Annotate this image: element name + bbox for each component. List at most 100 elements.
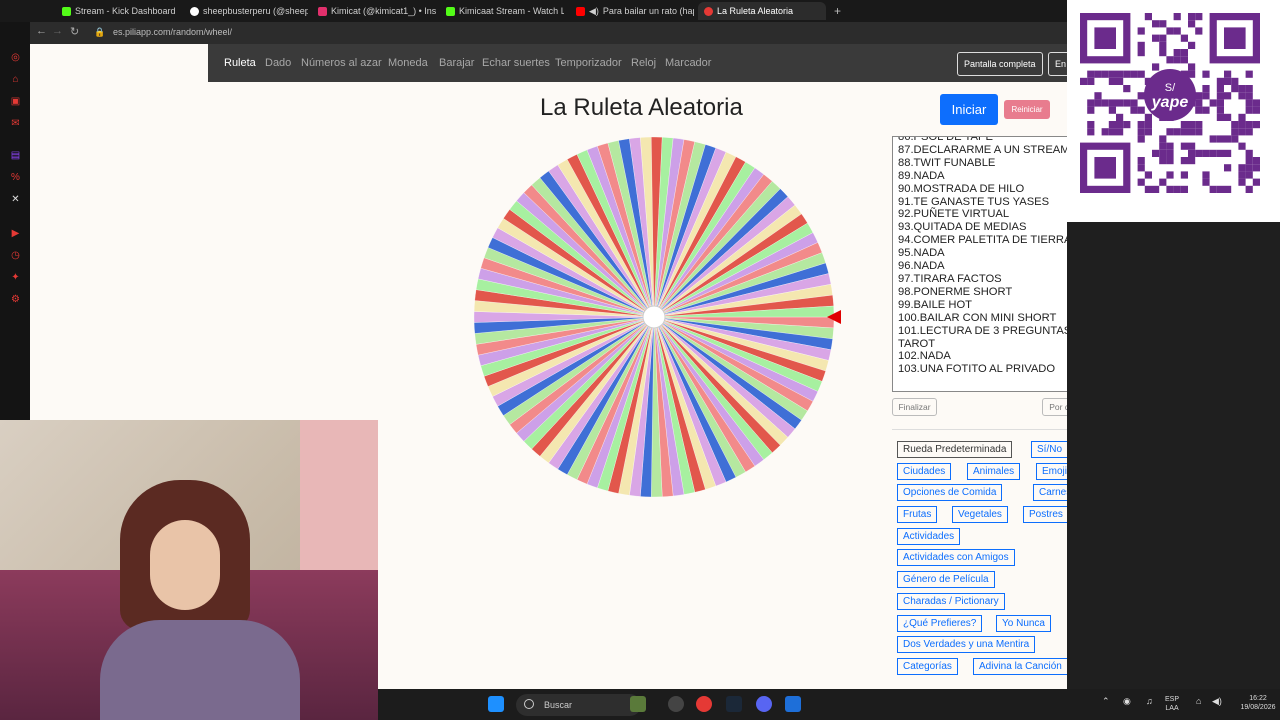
tab-tiktok[interactable]: sheepbusterperu (@sheep — [184, 2, 308, 20]
tab-ruleta[interactable]: La Ruleta Aleatoria — [698, 2, 826, 20]
back-icon[interactable]: ← — [36, 25, 47, 37]
preset-button[interactable]: Adivina la Canción — [973, 658, 1067, 675]
option-line: 100.BAILAR CON MINI SHORT — [898, 311, 1057, 324]
preset-button[interactable]: Frutas — [897, 506, 938, 523]
new-tab-button[interactable]: + — [828, 2, 846, 20]
qr-module — [1195, 99, 1203, 107]
finish-button[interactable]: Finalizar — [892, 398, 937, 416]
option-line: 91.TE GANASTE TUS YASES — [898, 195, 1050, 208]
app-icon[interactable] — [785, 696, 801, 712]
qr-module — [1166, 171, 1174, 179]
default-button[interactable]: Por defecto — [1042, 398, 1067, 416]
qr-module — [1144, 171, 1152, 179]
person-shirt — [100, 620, 300, 720]
nav-barajar[interactable]: Barajar — [439, 57, 474, 69]
sidebar-messenger-icon[interactable]: ▣ — [10, 96, 21, 107]
steam-icon[interactable] — [726, 696, 742, 712]
mic-icon[interactable]: ♫ — [1146, 697, 1153, 706]
preset-button[interactable]: ¿Qué Prefieres? — [897, 615, 983, 632]
option-line: 93.QUITADA DE MEDIAS — [898, 221, 1027, 234]
qr-module — [1224, 164, 1232, 172]
clock[interactable]: 16:22 19/08/2026 — [1240, 694, 1276, 712]
network-icon[interactable]: ◉ — [1123, 697, 1131, 706]
tray-chevron-icon[interactable]: ⌃ — [1102, 697, 1110, 706]
sidebar-settings-icon[interactable]: ⚙ — [10, 294, 21, 305]
url-field[interactable]: es.piliapp.com/random/wheel/ — [113, 27, 232, 37]
qr-module — [1173, 49, 1181, 57]
language-indicator[interactable]: ESP LAA — [1165, 695, 1179, 713]
nav-echar-suertes[interactable]: Echar suertes — [482, 57, 550, 69]
qr-module — [1188, 142, 1196, 150]
qr-module — [1202, 92, 1210, 100]
reset-button[interactable]: Reiniciar — [1004, 100, 1050, 119]
preset-button[interactable]: Animales — [967, 463, 1021, 480]
tab-youtube[interactable]: ◀) Para bailar un rato (hap — [570, 2, 694, 20]
qr-module — [1238, 113, 1246, 121]
wifi-icon[interactable]: ⌂ — [1196, 697, 1201, 706]
reload-icon[interactable]: ↻ — [70, 25, 79, 38]
sidebar-x-icon[interactable]: ✕ — [10, 194, 21, 205]
preset-button[interactable]: Yo Nunca — [996, 615, 1051, 632]
discord-icon[interactable] — [756, 696, 772, 712]
qr-module — [1252, 99, 1260, 107]
nav-numeros[interactable]: Números al azar — [301, 57, 382, 69]
sidebar-mail-icon[interactable]: ✉ — [10, 118, 21, 129]
preset-button[interactable]: Actividades con Amigos — [897, 549, 1015, 566]
obs-icon[interactable] — [668, 696, 684, 712]
qr-module — [1152, 34, 1160, 42]
sidebar-player-icon[interactable]: ▶ — [10, 228, 21, 239]
options-list: 86.PSOL DE TAPE 87.DECLARARME A UN STREAM… — [898, 137, 1067, 376]
nav-temporizador[interactable]: Temporizador — [555, 57, 622, 69]
sidebar-aria-icon[interactable]: ◎ — [10, 52, 21, 63]
piliapp-icon — [704, 6, 713, 16]
tab-kick-stream[interactable]: Kimicaat Stream - Watch L — [440, 2, 564, 20]
language-button[interactable]: En — [1048, 52, 1067, 76]
options-textarea[interactable]: 86.PSOL DE TAPE 87.DECLARARME A UN STREAM… — [892, 136, 1067, 392]
qr-module — [1202, 106, 1210, 114]
qr-module — [1238, 171, 1246, 179]
preset-button[interactable]: Actividades — [897, 528, 961, 545]
qr-module — [1166, 157, 1174, 165]
tab-instagram[interactable]: Kimicat (@kimicat1_) • Inst — [312, 2, 436, 20]
preset-button[interactable]: Opciones de Comida — [897, 484, 1003, 501]
sidebar-twitch-icon[interactable]: ▤ — [10, 150, 21, 161]
fullscreen-button[interactable]: Pantalla completa — [957, 52, 1043, 76]
widgets-icon[interactable] — [630, 696, 646, 712]
opera-taskbar-icon[interactable] — [696, 696, 712, 712]
preset-button[interactable]: Charadas / Pictionary — [897, 593, 1005, 610]
nav-moneda[interactable]: Moneda — [388, 57, 428, 69]
nav-reloj[interactable]: Reloj — [631, 57, 656, 69]
preset-button[interactable]: Carnes — [1033, 484, 1067, 501]
preset-button[interactable]: Vegetales — [952, 506, 1008, 523]
qr-module — [1238, 128, 1246, 136]
qr-module — [1137, 92, 1145, 100]
nav-ruleta[interactable]: Ruleta — [224, 57, 256, 69]
preset-button[interactable]: Emojis — [1036, 463, 1067, 480]
qr-module — [1188, 20, 1196, 28]
roulette-wheel[interactable] — [474, 136, 844, 506]
qr-module — [1202, 70, 1210, 78]
preset-button[interactable]: Postres — [1023, 506, 1067, 523]
preset-button[interactable]: Dos Verdades y una Mentira — [897, 636, 1036, 653]
sidebar-extensions-icon[interactable]: ✦ — [10, 272, 21, 283]
tab-kick-dashboard[interactable]: Stream - Kick Dashboard — [56, 2, 180, 20]
sidebar-bag-icon[interactable]: ⌂ — [10, 74, 21, 85]
preset-button[interactable]: Rueda Predeterminada — [897, 441, 1013, 458]
preset-button[interactable]: Sí/No — [1031, 441, 1067, 458]
sidebar-history-icon[interactable]: ◷ — [10, 250, 21, 261]
windows-start-icon[interactable] — [488, 696, 504, 712]
preset-button[interactable]: Categorías — [897, 658, 958, 675]
forward-icon[interactable]: → — [52, 25, 63, 37]
search-icon — [524, 699, 534, 709]
qr-module — [1137, 70, 1145, 78]
nav-dado[interactable]: Dado — [265, 57, 291, 69]
tab-label: sheepbusterperu (@sheep — [203, 6, 308, 16]
qr-module — [1216, 85, 1224, 93]
preset-button[interactable]: Ciudades — [897, 463, 952, 480]
sidebar-percent-icon[interactable]: % — [10, 172, 21, 183]
volume-icon[interactable]: ◀) — [1212, 697, 1222, 706]
start-button[interactable]: Iniciar — [940, 94, 998, 125]
nav-marcador[interactable]: Marcador — [665, 57, 711, 69]
preset-button[interactable]: Género de Película — [897, 571, 995, 588]
taskbar-search[interactable]: Buscar — [516, 694, 641, 716]
